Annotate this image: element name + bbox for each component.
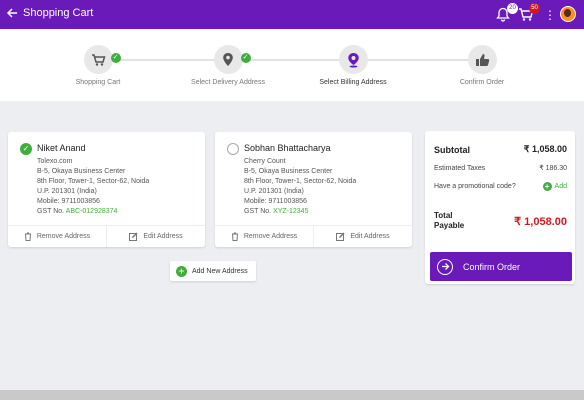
promo-label: Have a promotional code? [434,183,516,190]
gst-value: XYZ-12345 [273,208,309,215]
step-label: Select Delivery Address [191,79,265,86]
cart-icon [91,53,106,66]
more-options-icon[interactable]: ⋮ [544,8,556,22]
cart-badge: 50 [529,3,540,14]
promo-add-label: Add [554,183,567,190]
address-line: B-5, Okaya Business Center [244,168,333,175]
add-new-address-label: Add New Address [192,267,248,275]
trash-icon [24,232,31,241]
gst-label: GST No. [244,208,272,215]
step-confirm-order[interactable]: Confirm Order [412,45,552,86]
edit-address-label: Edit Address [143,233,183,240]
subtotal-row: Subtotal ₹ 1,058.00 [434,144,567,155]
confirm-order-button[interactable]: Confirm Order [430,252,572,281]
location-pin-icon [223,53,233,66]
remove-address-label: Remove Address [243,233,298,240]
page-title: Shopping Cart [23,7,94,19]
notification-bell-icon[interactable]: 20 [496,3,518,23]
subtotal-value: ₹ 1,058.00 [523,144,567,154]
address-name: Niket Anand [37,143,86,153]
step-select-delivery-address[interactable]: ✓ Select Delivery Address [158,45,298,86]
tax-value: ₹ 186.30 [539,165,567,172]
address-line: B-5, Okaya Business Center [37,168,126,175]
edit-address-button[interactable]: Edit Address [313,226,412,247]
total-value: ₹ 1,058.00 [514,215,567,228]
promo-row: Have a promotional code? + Add [434,182,567,191]
step-label: Shopping Cart [75,79,121,86]
back-arrow-icon[interactable] [6,6,20,22]
edit-icon [129,232,138,241]
address-actions: Remove Address Edit Address [215,225,412,247]
address-line: Cherry Count [244,158,286,165]
address-line: Tolexo.com [37,158,73,165]
bottom-bar [0,390,584,400]
promo-add-button[interactable]: + Add [542,182,567,191]
thumbs-up-icon [475,53,489,66]
unselected-radio-icon[interactable] [227,143,239,155]
address-card[interactable]: ✓ Niket Anand Tolexo.com B-5, Okaya Busi… [8,132,205,247]
gst-label: GST No. [37,208,65,215]
address-line: 8th Floor, Tower-1, Sector-62, Noida [244,178,357,185]
remove-address-button[interactable]: Remove Address [215,226,313,247]
step-circle [467,45,497,74]
step-circle: ✓ [83,45,121,74]
arrow-right-icon [437,258,453,275]
address-line: Mobile: 9711003856 [244,198,307,205]
step-select-billing-address[interactable]: Select Billing Address [283,45,423,86]
step-shopping-cart[interactable]: ✓ Shopping Cart [28,45,168,86]
address-actions: Remove Address Edit Address [8,225,205,247]
notification-badge: 20 [507,3,518,14]
cart-icon[interactable]: 50 [518,3,540,23]
step-label: Confirm Order [459,79,505,86]
gst-line: GST No. XYZ-12345 [244,207,356,217]
plus-icon: + [542,182,552,191]
gst-value: ABC-012928374 [65,208,118,215]
step-circle: ✓ [213,45,251,74]
remove-address-label: Remove Address [36,233,91,240]
add-new-address-button[interactable]: + Add New Address [170,261,256,281]
tax-label: Estimated Taxes [434,164,486,172]
address-lines: Tolexo.com B-5, Okaya Business Center 8t… [37,157,149,217]
edit-icon [336,232,345,241]
address-lines: Cherry Count B-5, Okaya Business Center … [244,157,356,217]
total-row: Total Payable ₹ 1,058.00 [434,211,567,231]
check-icon: ✓ [240,53,251,63]
address-line: U.P. 201301 (India) [244,188,304,195]
gst-line: GST No. ABC-012928374 [37,207,149,217]
remove-address-button[interactable]: Remove Address [8,226,106,247]
location-pin-icon [347,52,359,67]
check-icon: ✓ [110,53,121,63]
edit-address-button[interactable]: Edit Address [106,226,205,247]
trash-icon [231,232,238,241]
address-line: U.P. 201301 (India) [37,188,97,195]
app-bar: Shopping Cart 20 50 ⋮ [0,0,584,29]
subtotal-label: Subtotal [434,144,470,155]
address-line: Mobile: 9711003856 [37,198,100,205]
step-label: Select Billing Address [319,79,387,86]
address-line: 8th Floor, Tower-1, Sector-62, Noida [37,178,150,185]
total-label: Total Payable [434,211,465,230]
address-card[interactable]: Sobhan Bhattacharya Cherry Count B-5, Ok… [215,132,412,247]
selected-radio-icon[interactable]: ✓ [20,143,32,155]
edit-address-label: Edit Address [350,233,390,240]
tax-row: Estimated Taxes ₹ 186.30 [434,164,567,173]
plus-icon: + [176,265,187,277]
avatar[interactable] [560,6,576,22]
step-circle [338,45,368,74]
checkout-stepper: ✓ Shopping Cart ✓ Select Delivery Addres… [0,29,584,101]
address-name: Sobhan Bhattacharya [244,143,331,153]
confirm-order-label: Confirm Order [463,261,521,272]
